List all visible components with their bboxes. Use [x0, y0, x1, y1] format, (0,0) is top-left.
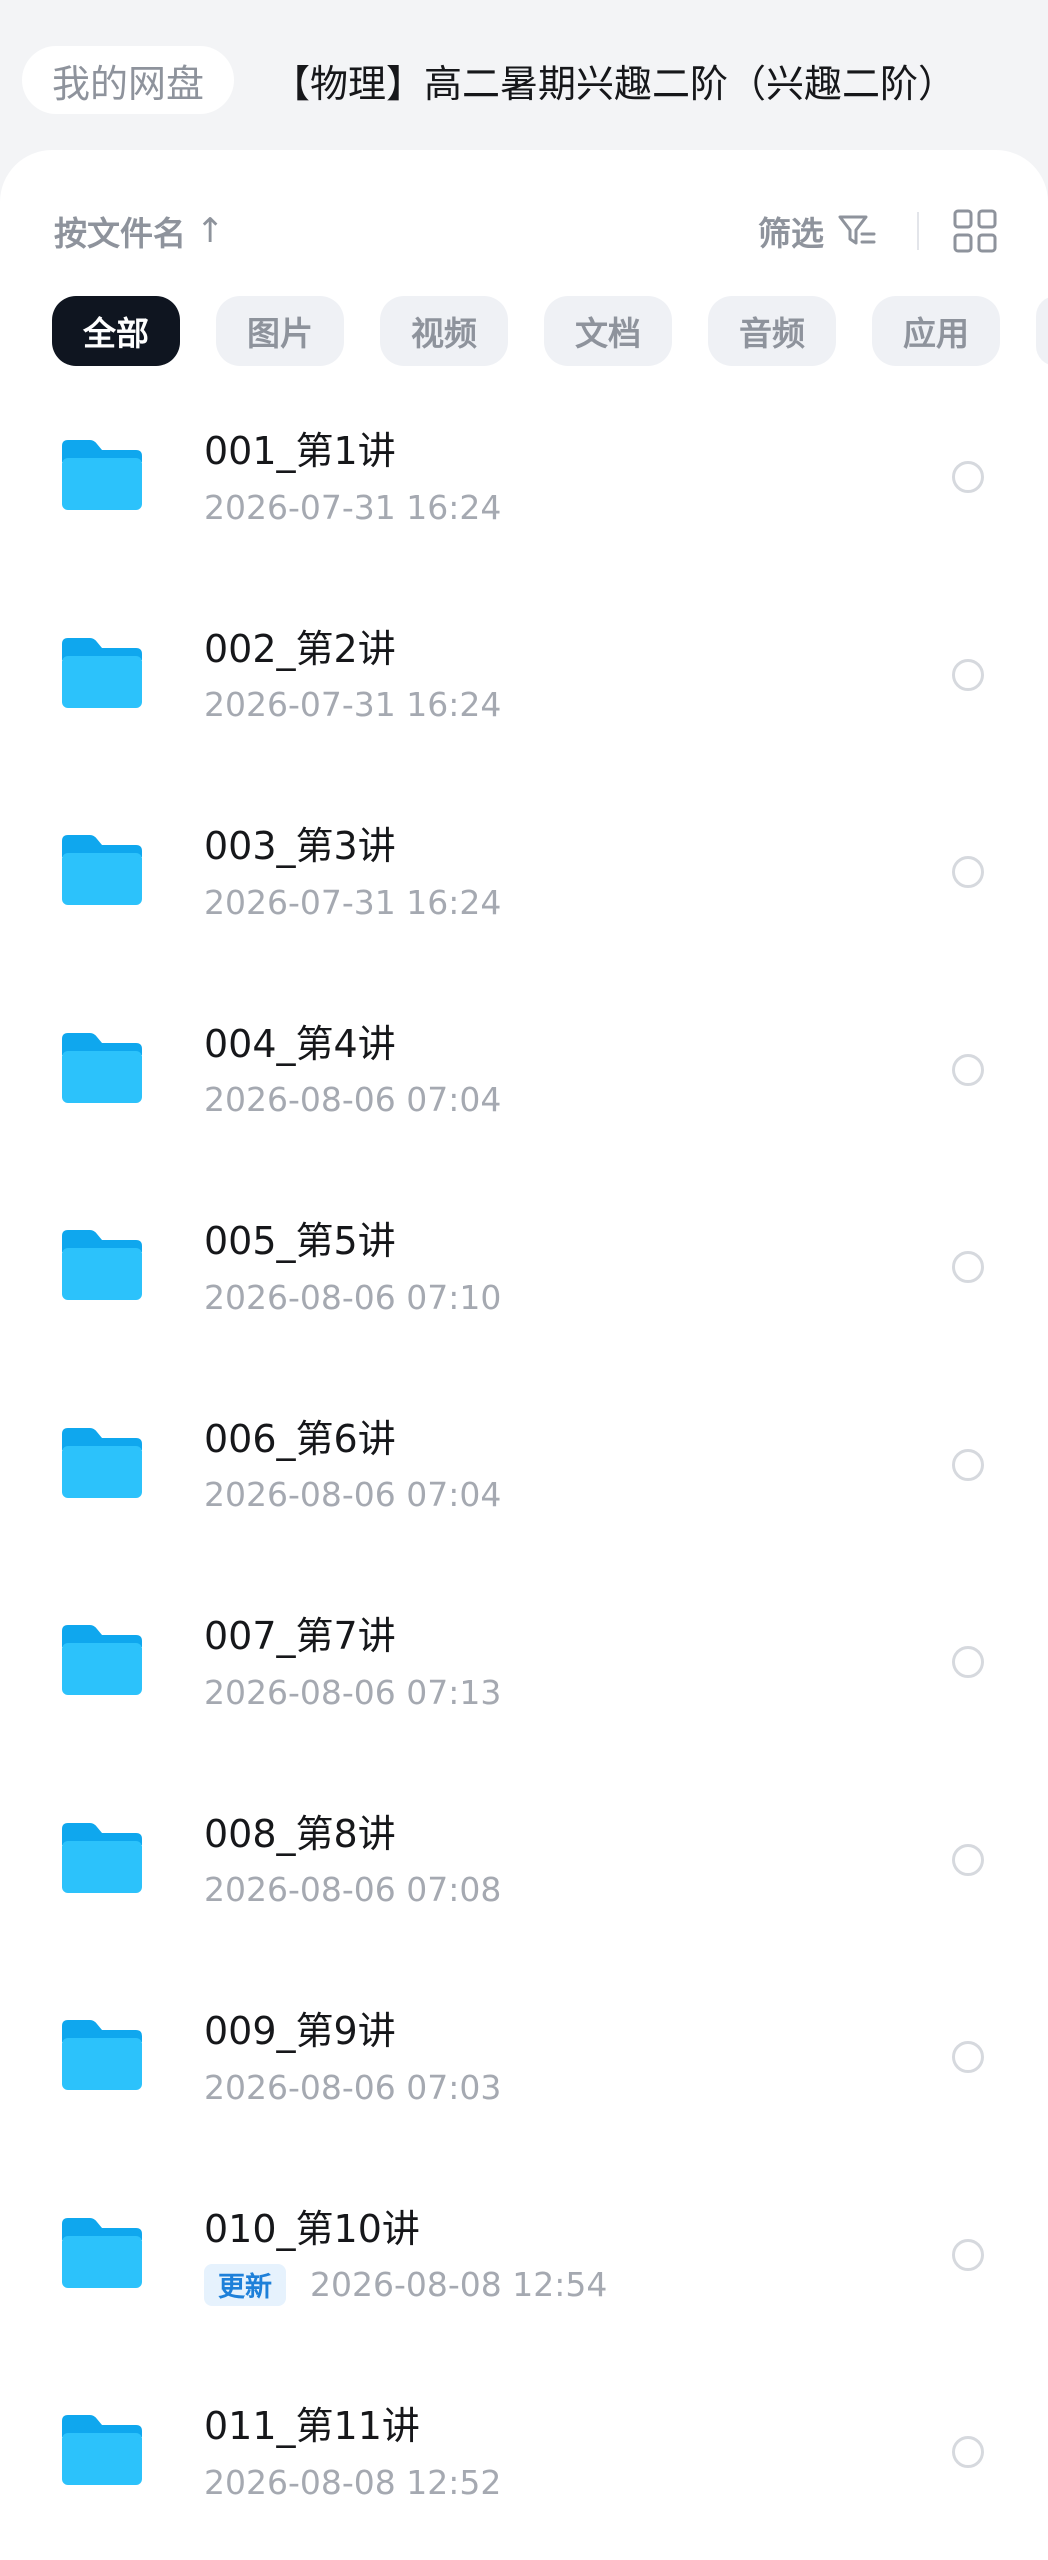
file-name: 007_第7讲: [204, 1614, 396, 1658]
file-name: 006_第6讲: [204, 1416, 396, 1461]
select-circle-icon[interactable]: [952, 461, 984, 493]
category-chips: 全部 图片 视频 文档 音频 应用: [52, 296, 1048, 366]
file-name: 008_第8讲: [204, 1811, 396, 1856]
file-name: 010_第10讲: [204, 2206, 420, 2251]
select-circle-icon[interactable]: [952, 658, 984, 691]
file-browser-screen: 我的网盘 【物理】高二暑期兴趣二阶（兴趣二阶） 按文件名 ↑ 筛选 全部 图片: [0, 0, 1048, 2560]
file-date: 2026-08-06 07:04: [204, 1475, 502, 1514]
file-row[interactable]: 006_第6讲 2026-08-06 07:04: [0, 1378, 1048, 1576]
file-list-panel: 按文件名 ↑ 筛选 全部 图片 视频 文档 音频 应用 001_第1讲 2026…: [0, 150, 1048, 2560]
file-list: 001_第1讲 2026-07-31 16:24 002_第2讲 2026-07…: [0, 390, 1048, 2560]
file-row[interactable]: 002_第2讲 2026-07-31 16:24: [0, 588, 1048, 786]
folder-icon: [62, 835, 142, 905]
file-date: 2026-08-08 12:54: [310, 2265, 608, 2304]
breadcrumb: 我的网盘 【物理】高二暑期兴趣二阶（兴趣二阶）: [0, 0, 1048, 150]
file-name: 005_第5讲: [204, 1219, 396, 1263]
file-meta: 2026-08-06 07:10: [204, 1275, 501, 1319]
update-badge: 更新: [204, 2263, 286, 2306]
chip-audio[interactable]: 音频: [708, 296, 836, 366]
file-meta: 2026-08-06 07:13: [204, 1670, 501, 1714]
file-row[interactable]: 004_第4讲 2026-08-06 07:04: [0, 983, 1048, 1181]
file-meta: 2026-07-31 16:24: [204, 683, 501, 727]
sort-button[interactable]: 按文件名 ↑: [54, 204, 225, 258]
select-circle-icon[interactable]: [952, 1251, 984, 1283]
file-date: 2026-08-06 07:03: [204, 2067, 502, 2107]
file-meta: 2026-08-06 07:03: [204, 2065, 501, 2109]
chip-documents[interactable]: 文档: [544, 296, 672, 366]
select-circle-icon[interactable]: [952, 1053, 984, 1086]
select-circle-icon[interactable]: [952, 2436, 984, 2468]
breadcrumb-home[interactable]: 我的网盘: [22, 46, 235, 114]
file-meta: 更新 2026-08-08 12:54: [204, 2263, 607, 2307]
file-row[interactable]: 007_第7讲 2026-08-06 07:13: [0, 1575, 1048, 1773]
chip-all[interactable]: 全部: [52, 296, 180, 366]
folder-icon: [62, 2020, 142, 2090]
file-date: 2026-08-06 07:04: [204, 1080, 502, 1119]
file-date: 2026-07-31 16:24: [204, 685, 502, 724]
select-circle-icon[interactable]: [952, 1843, 984, 1876]
file-row[interactable]: 001_第1讲 2026-07-31 16:24: [0, 390, 1048, 588]
file-meta: 2026-08-08 12:52: [204, 2460, 501, 2504]
sort-arrow-icon: ↑: [196, 211, 225, 251]
select-circle-icon[interactable]: [952, 1448, 984, 1481]
file-name: 009_第9讲: [204, 2009, 396, 2053]
folder-icon: [62, 1230, 142, 1300]
file-name: 004_第4讲: [204, 1021, 396, 1066]
chip-more[interactable]: [1036, 296, 1048, 366]
file-name: 002_第2讲: [204, 626, 396, 671]
file-date: 2026-07-31 16:24: [204, 487, 502, 527]
filter-label: 筛选: [758, 214, 824, 253]
select-circle-icon[interactable]: [952, 2041, 984, 2073]
file-name: 003_第3讲: [204, 824, 396, 868]
select-circle-icon[interactable]: [952, 856, 984, 888]
select-circle-icon[interactable]: [952, 2238, 984, 2271]
file-meta: 2026-08-06 07:04: [204, 1078, 501, 1122]
file-date: 2026-08-06 07:08: [204, 1870, 502, 1909]
toolbar-divider: [917, 212, 919, 250]
file-row[interactable]: 003_第3讲 2026-07-31 16:24: [0, 785, 1048, 983]
file-date: 2026-08-08 12:52: [204, 2462, 502, 2502]
filter-button[interactable]: 筛选: [758, 204, 876, 258]
folder-icon: [62, 1427, 142, 1498]
folder-icon: [62, 637, 142, 708]
filter-icon: [838, 215, 876, 245]
file-name: 011_第11讲: [204, 2404, 420, 2448]
file-meta: 2026-08-06 07:04: [204, 1473, 501, 1517]
folder-icon: [62, 1822, 142, 1893]
folder-icon: [62, 1625, 142, 1695]
file-date: 2026-07-31 16:24: [204, 882, 502, 922]
breadcrumb-current-folder: 【物理】高二暑期兴趣二阶（兴趣二阶）: [272, 61, 957, 106]
file-row[interactable]: 008_第8讲 2026-08-06 07:08: [0, 1773, 1048, 1971]
file-meta: 2026-08-06 07:08: [204, 1868, 501, 1912]
file-date: 2026-08-06 07:13: [204, 1672, 502, 1712]
folder-icon: [62, 1032, 142, 1103]
folder-icon: [62, 440, 142, 510]
file-row[interactable]: 010_第10讲 更新 2026-08-08 12:54: [0, 2168, 1048, 2366]
chip-videos[interactable]: 视频: [380, 296, 508, 366]
file-date: 2026-08-06 07:10: [204, 1277, 502, 1317]
sort-label: 按文件名: [54, 214, 186, 253]
file-row[interactable]: 005_第5讲 2026-08-06 07:10: [0, 1180, 1048, 1378]
file-meta: 2026-07-31 16:24: [204, 485, 501, 529]
file-name: 001_第1讲: [204, 429, 396, 473]
chip-apps[interactable]: 应用: [872, 296, 1000, 366]
chip-images[interactable]: 图片: [216, 296, 344, 366]
folder-icon: [62, 2415, 142, 2485]
file-row[interactable]: 009_第9讲 2026-08-06 07:03: [0, 1970, 1048, 2168]
file-row[interactable]: 011_第11讲 2026-08-08 12:52: [0, 2365, 1048, 2560]
select-circle-icon[interactable]: [952, 1646, 984, 1678]
grid-view-icon[interactable]: [952, 208, 998, 254]
file-meta: 2026-07-31 16:24: [204, 880, 501, 924]
folder-icon: [62, 2217, 142, 2288]
